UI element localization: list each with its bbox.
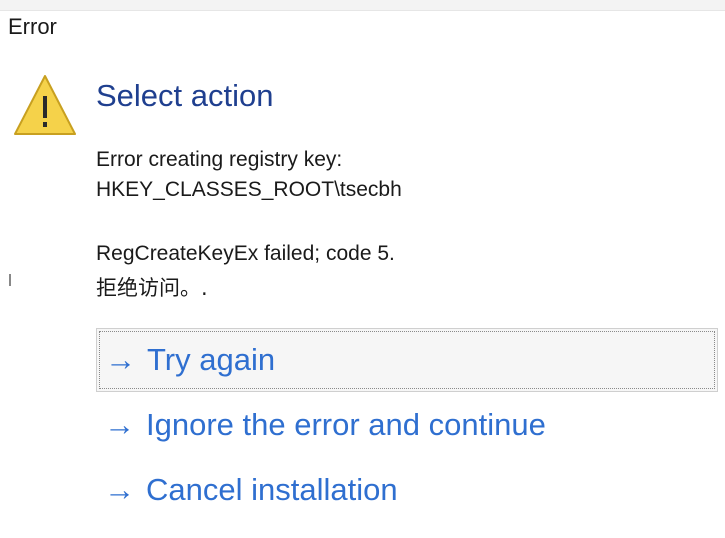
ignore-error-button[interactable]: → Ignore the error and continue bbox=[96, 393, 718, 457]
error-message-line-2: HKEY_CLASSES_ROOT\tsecbh bbox=[96, 178, 402, 201]
left-edge-mark bbox=[9, 274, 11, 286]
title-bar-strip bbox=[0, 0, 725, 11]
arrow-right-icon: → bbox=[105, 342, 136, 377]
try-again-label: Try again bbox=[147, 342, 276, 377]
window-title: Error bbox=[8, 14, 57, 39]
arrow-right-icon: → bbox=[104, 407, 135, 442]
arrow-right-icon: → bbox=[104, 472, 135, 507]
cancel-installation-button[interactable]: → Cancel installation bbox=[96, 458, 718, 522]
error-message-line-1: Error creating registry key: bbox=[96, 148, 343, 171]
ignore-error-label: Ignore the error and continue bbox=[146, 407, 546, 442]
cancel-installation-label: Cancel installation bbox=[146, 472, 398, 507]
error-dialog-window: Error Select action Error creating regis… bbox=[0, 0, 725, 538]
dialog-heading: Select action bbox=[96, 78, 274, 113]
error-message-line-3: RegCreateKeyEx failed; code 5. bbox=[96, 242, 395, 265]
action-list: → Try again → Ignore the error and conti… bbox=[96, 328, 718, 523]
error-message-line-4: 拒绝访问。. bbox=[96, 276, 208, 300]
try-again-button[interactable]: → Try again bbox=[96, 328, 718, 392]
warning-triangle-icon bbox=[14, 75, 76, 135]
